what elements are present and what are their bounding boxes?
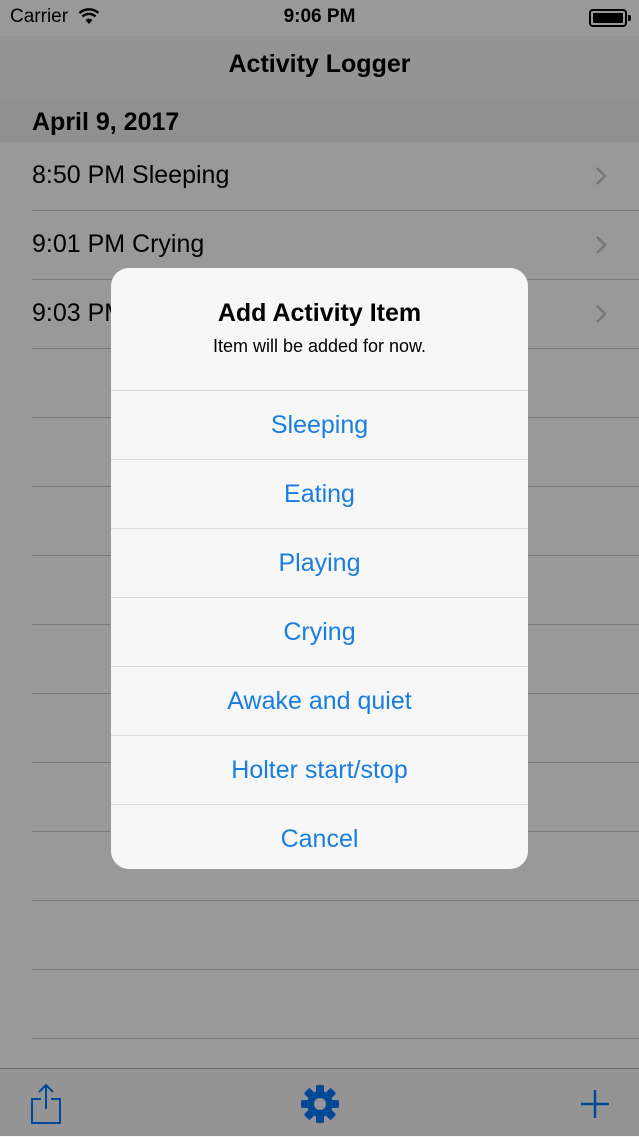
awake-and-quiet-button[interactable]: Awake and quiet: [111, 667, 528, 736]
cancel-button[interactable]: Cancel: [111, 805, 528, 869]
sleeping-button[interactable]: Sleeping: [111, 391, 528, 460]
crying-button[interactable]: Crying: [111, 598, 528, 667]
alert-title: Add Activity Item: [217, 299, 422, 327]
alert-header: Add Activity Item Item will be added for…: [111, 268, 528, 391]
holter-start-stop-button[interactable]: Holter start/stop: [111, 736, 528, 805]
alert-message: Item will be added for now.: [212, 336, 427, 356]
eating-button[interactable]: Eating: [111, 460, 528, 529]
add-activity-alert: Add Activity Item Item will be added for…: [111, 268, 528, 869]
playing-button[interactable]: Playing: [111, 529, 528, 598]
